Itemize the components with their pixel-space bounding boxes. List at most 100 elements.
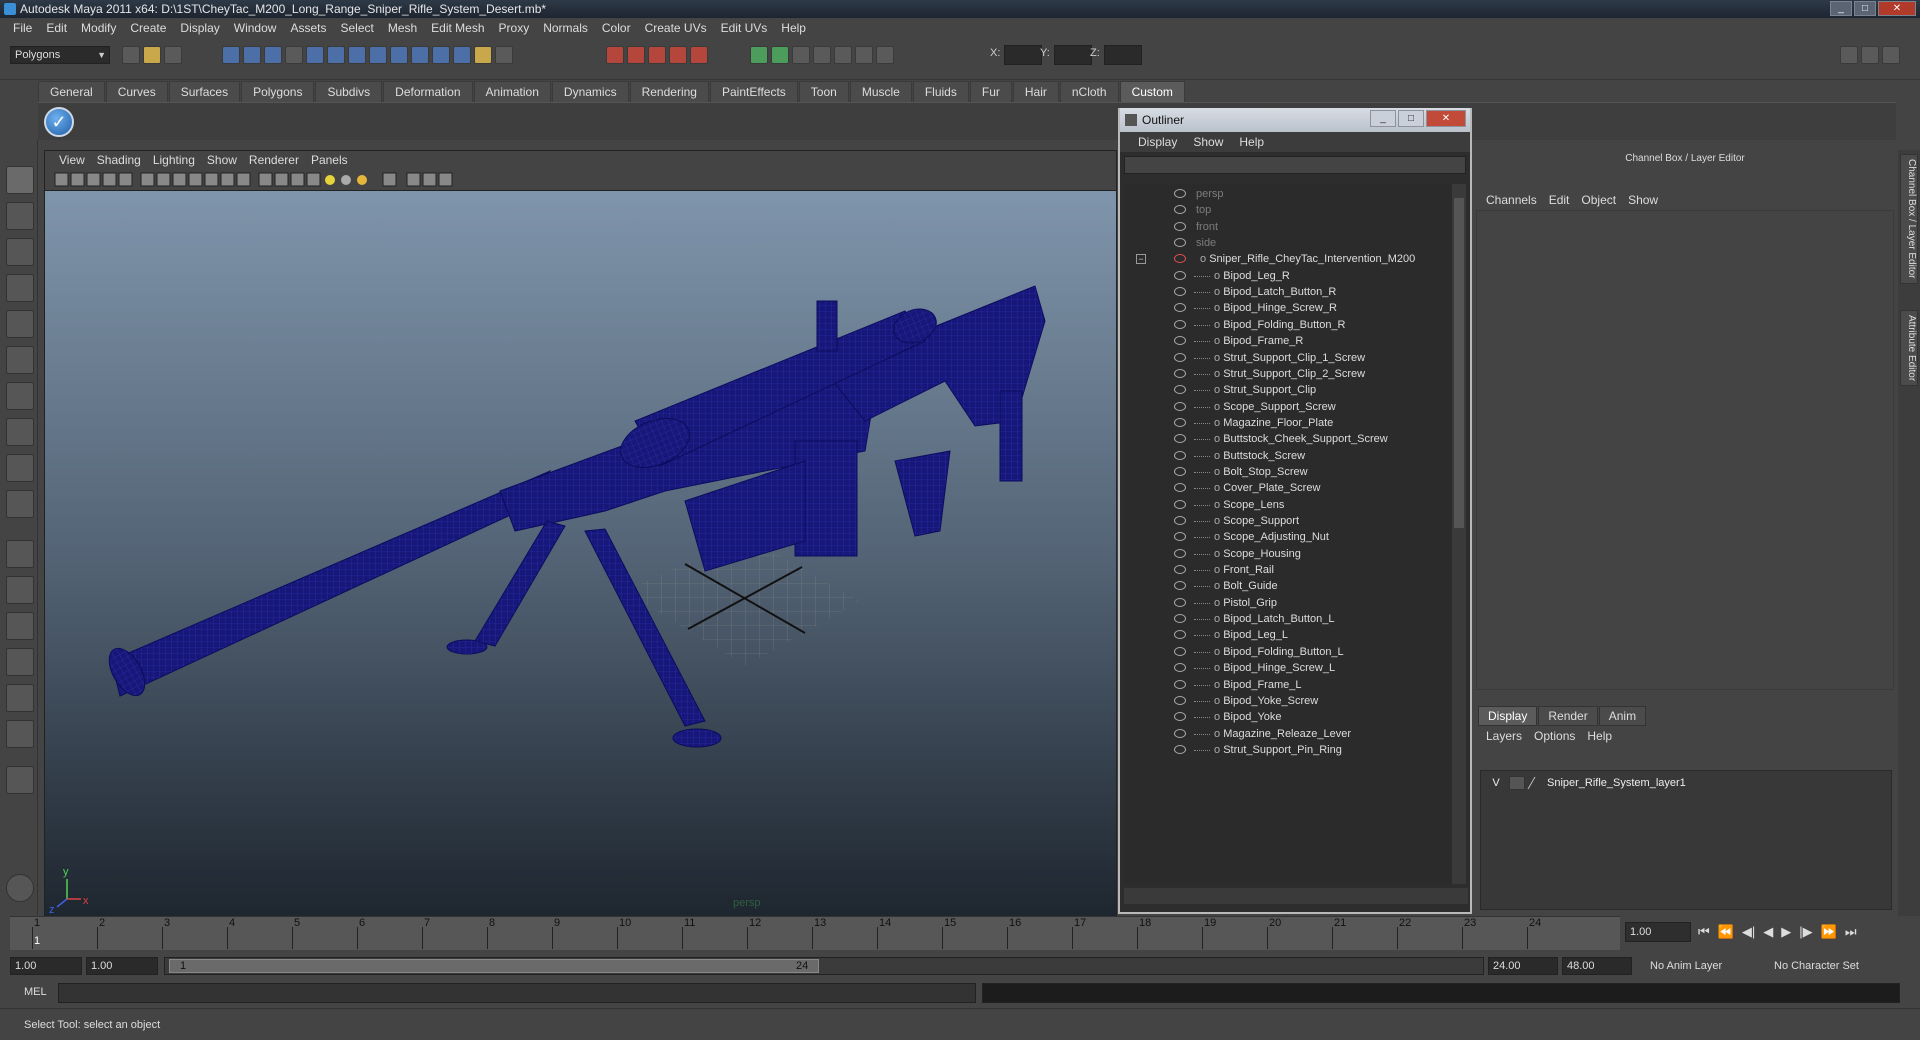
go-to-end-icon[interactable]: ⏭ bbox=[1845, 924, 1857, 940]
shelf-tab[interactable]: PaintEffects bbox=[709, 81, 798, 102]
layer-menu-item[interactable]: Help bbox=[1581, 729, 1618, 743]
layer-tab[interactable]: Anim bbox=[1598, 706, 1647, 726]
shelf-tab[interactable]: Rendering bbox=[629, 81, 709, 102]
layer-type-toggle[interactable] bbox=[1509, 776, 1525, 790]
show-channel-box-icon[interactable] bbox=[1882, 46, 1900, 64]
shelf-tab[interactable]: Subdivs bbox=[315, 81, 383, 102]
viewport-canvas[interactable]: y x z persp bbox=[45, 191, 1116, 916]
maximize-button[interactable]: □ bbox=[1854, 1, 1876, 16]
outliner-filter-field[interactable] bbox=[1124, 156, 1466, 174]
step-back-key-icon[interactable]: ⏪ bbox=[1718, 924, 1734, 940]
hypershade-icon[interactable] bbox=[855, 46, 873, 64]
outliner-mesh-row[interactable]: Strut_Support_Pin_Ring bbox=[1124, 740, 1452, 760]
shelf-tab[interactable]: Deformation bbox=[383, 81, 473, 102]
render-current-frame-icon[interactable] bbox=[792, 46, 810, 64]
channel-box-menu-item[interactable]: Show bbox=[1622, 193, 1664, 207]
viewport-menu-item[interactable]: Panels bbox=[305, 153, 354, 167]
play-forwards-icon[interactable]: ▶ bbox=[1781, 924, 1791, 940]
persp-graph-layout-icon[interactable] bbox=[6, 648, 34, 676]
input-output-icon[interactable] bbox=[771, 46, 789, 64]
menu-item-9[interactable]: Edit Mesh bbox=[424, 21, 491, 35]
snap-view-plane-icon[interactable] bbox=[669, 46, 687, 64]
viewport-menu-item[interactable]: Show bbox=[201, 153, 243, 167]
save-scene-icon[interactable] bbox=[164, 46, 182, 64]
command-input[interactable] bbox=[58, 983, 976, 1003]
current-frame-field[interactable]: 1.00 bbox=[1625, 922, 1691, 942]
shelf-tab[interactable]: nCloth bbox=[1059, 81, 1119, 102]
persp-graph-outliner-layout-icon[interactable] bbox=[6, 720, 34, 748]
menu-item-15[interactable]: Help bbox=[774, 21, 813, 35]
collapse-toggle[interactable]: − bbox=[1136, 254, 1146, 265]
outliner-horizontal-scrollbar[interactable] bbox=[1124, 888, 1468, 904]
new-scene-icon[interactable] bbox=[122, 46, 140, 64]
playback-start-field[interactable]: 1.00 bbox=[86, 957, 158, 975]
layer-row[interactable]: V Sniper_Rifle_System_layer1 bbox=[1481, 773, 1891, 793]
menu-item-6[interactable]: Assets bbox=[283, 21, 333, 35]
shelf-tab[interactable]: Toon bbox=[798, 81, 849, 102]
range-slider[interactable]: 1 24 bbox=[164, 957, 1484, 975]
perspective-viewport[interactable]: View Shading Lighting Show Renderer Panels bbox=[44, 150, 1117, 916]
snap-grid-icon[interactable] bbox=[606, 46, 624, 64]
select-object-icon[interactable] bbox=[243, 46, 261, 64]
snap-curve-icon[interactable] bbox=[627, 46, 645, 64]
scrollbar-thumb[interactable] bbox=[1454, 198, 1464, 528]
render-settings-icon[interactable] bbox=[834, 46, 852, 64]
go-to-start-icon[interactable]: ⏮ bbox=[1698, 924, 1710, 940]
channel-box-menu-item[interactable]: Edit bbox=[1543, 193, 1576, 207]
menu-item-11[interactable]: Normals bbox=[536, 21, 595, 35]
side-tab[interactable]: Channel Box / Layer Editor bbox=[1900, 154, 1918, 284]
playback-end-field[interactable]: 24.00 bbox=[1488, 957, 1558, 975]
four-view-layout-icon[interactable] bbox=[6, 576, 34, 604]
current-time-marker[interactable]: 1 bbox=[34, 935, 40, 947]
menu-item-1[interactable]: Edit bbox=[39, 21, 74, 35]
shelf-tab[interactable]: Hair bbox=[1012, 81, 1059, 102]
menu-item-4[interactable]: Display bbox=[173, 21, 226, 35]
menu-item-5[interactable]: Window bbox=[227, 21, 284, 35]
mask-dropdown-icon[interactable] bbox=[285, 46, 303, 64]
layer-menu-item[interactable]: Layers bbox=[1480, 729, 1528, 743]
layer-menu-item[interactable]: Options bbox=[1528, 729, 1581, 743]
step-forward-frame-icon[interactable]: |▶ bbox=[1799, 924, 1812, 940]
select-misc-icon[interactable] bbox=[453, 46, 471, 64]
outliner-menu-item[interactable]: Help bbox=[1231, 135, 1272, 149]
character-set-dropdown[interactable]: No Character Set bbox=[1774, 957, 1859, 975]
viewport-menu-item[interactable]: View bbox=[53, 153, 91, 167]
shelf-tab[interactable]: Surfaces bbox=[168, 81, 241, 102]
open-scene-icon[interactable] bbox=[143, 46, 161, 64]
layout-options-icon[interactable] bbox=[6, 766, 34, 794]
layer-visibility-toggle[interactable]: V bbox=[1487, 773, 1505, 793]
step-back-frame-icon[interactable]: ◀| bbox=[1742, 924, 1755, 940]
start-time-field[interactable]: 1.00 bbox=[10, 957, 82, 975]
channel-box-menu-item[interactable]: Channels bbox=[1480, 193, 1543, 207]
z-field[interactable] bbox=[1104, 45, 1142, 65]
outliner-menu-item[interactable]: Display bbox=[1130, 135, 1185, 149]
scale-tool-icon[interactable] bbox=[6, 346, 34, 374]
render-view-icon[interactable] bbox=[876, 46, 894, 64]
time-slider[interactable]: 1 2 3 4 5 6 7 8 9 10 11 12 13 14 15 16 17 18 19 20 21 22 23 24 1 bbox=[10, 916, 1620, 950]
show-manipulator-icon[interactable] bbox=[6, 454, 34, 482]
end-time-field[interactable]: 48.00 bbox=[1562, 957, 1632, 975]
menu-item-3[interactable]: Create bbox=[123, 21, 173, 35]
shelf-tab[interactable]: Muscle bbox=[849, 81, 912, 102]
select-curves-icon[interactable] bbox=[348, 46, 366, 64]
highlight-selection-icon[interactable] bbox=[495, 46, 513, 64]
rotate-tool-icon[interactable] bbox=[6, 310, 34, 338]
range-slider-handle[interactable]: 1 24 bbox=[169, 959, 819, 973]
show-tool-settings-icon[interactable] bbox=[1861, 46, 1879, 64]
shelf-tab[interactable]: Curves bbox=[105, 81, 168, 102]
close-button[interactable]: ✕ bbox=[1878, 1, 1916, 16]
shelf-tab[interactable]: Animation bbox=[473, 81, 551, 102]
ipr-render-icon[interactable] bbox=[813, 46, 831, 64]
last-tool-icon[interactable] bbox=[6, 490, 34, 518]
anim-layer-dropdown[interactable]: No Anim Layer bbox=[1650, 957, 1722, 975]
shelf-tab[interactable]: Fur bbox=[969, 81, 1012, 102]
viewport-toolbar-icons[interactable] bbox=[45, 169, 565, 191]
menu-item-0[interactable]: File bbox=[6, 21, 39, 35]
menu-item-7[interactable]: Select bbox=[333, 21, 380, 35]
menu-set-dropdown[interactable]: Polygons bbox=[10, 46, 110, 64]
y-field[interactable] bbox=[1054, 45, 1092, 65]
single-perspective-layout-icon[interactable] bbox=[6, 540, 34, 568]
viewport-menu-item[interactable]: Shading bbox=[91, 153, 147, 167]
x-field[interactable] bbox=[1004, 45, 1042, 65]
select-surfaces-icon[interactable] bbox=[369, 46, 387, 64]
